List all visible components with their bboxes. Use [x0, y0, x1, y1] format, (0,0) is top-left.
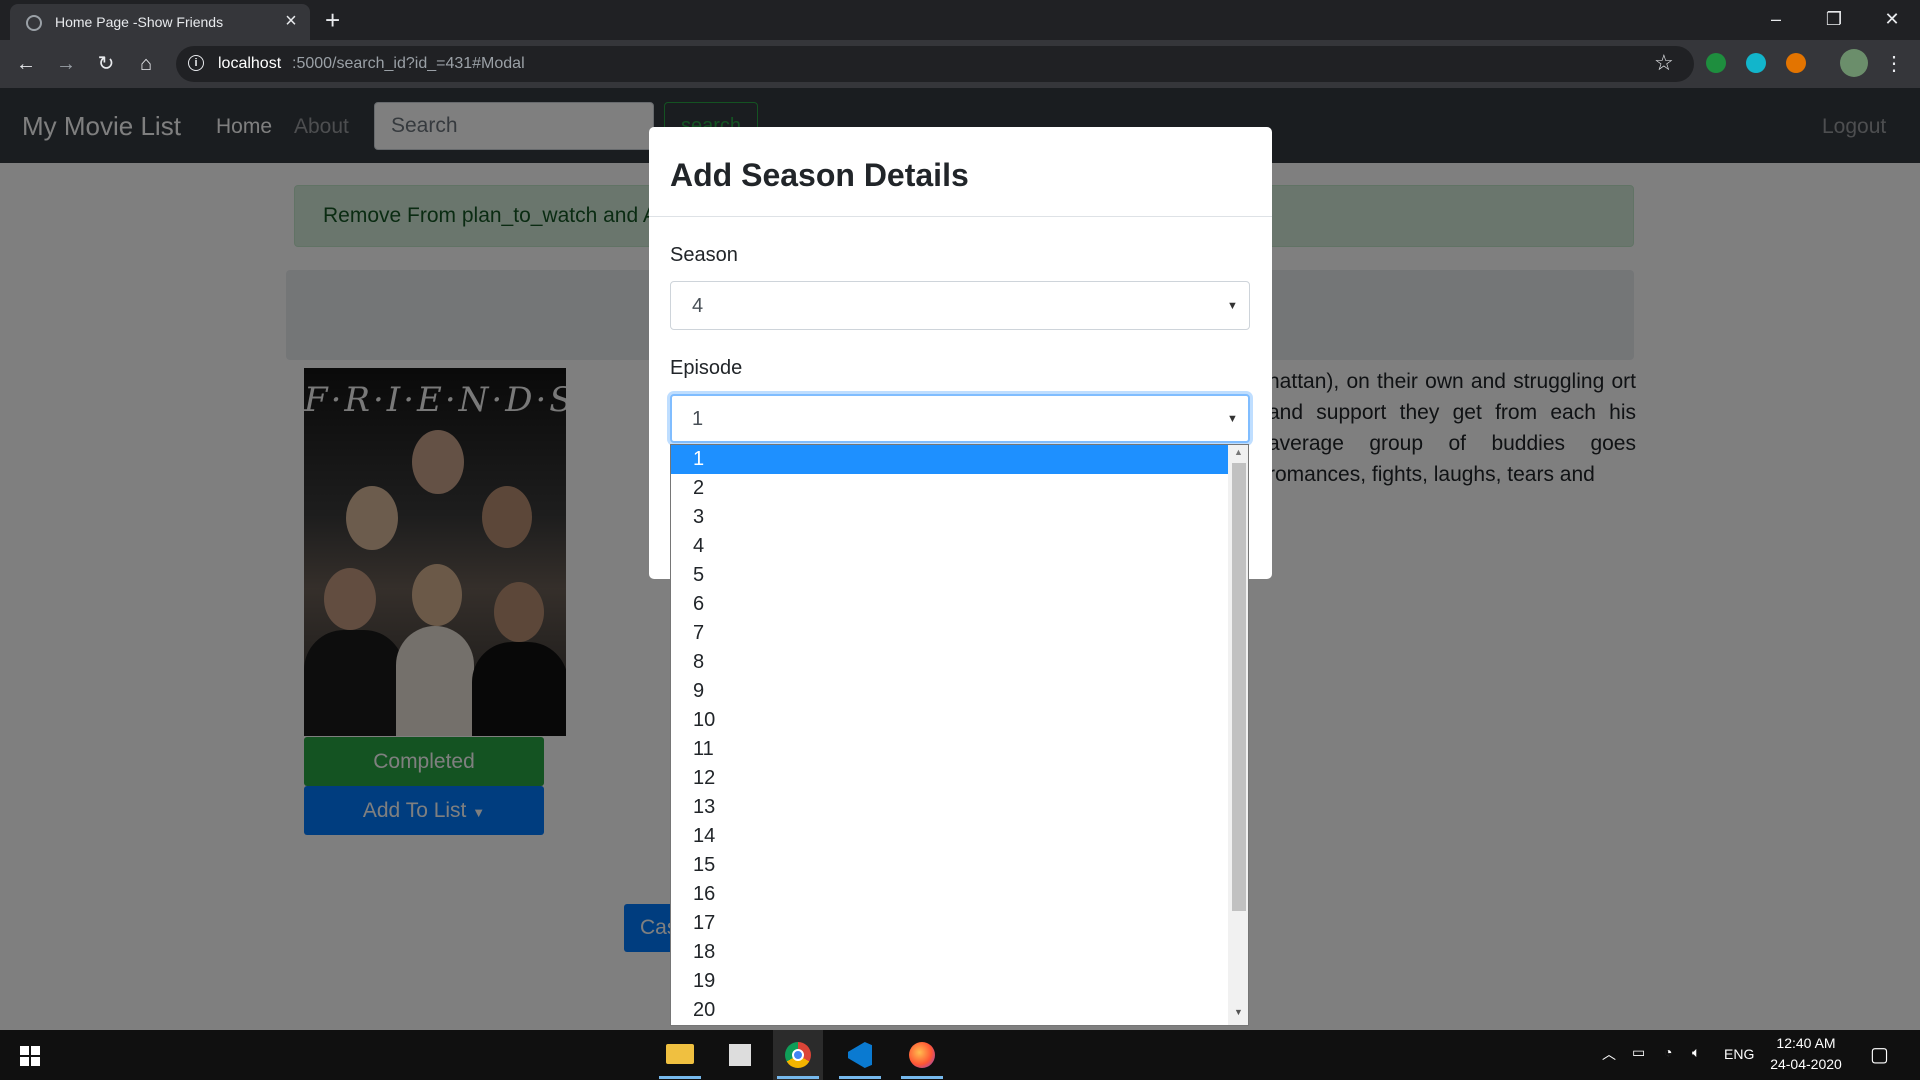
extension-teal-icon[interactable]: [1746, 53, 1766, 73]
episode-select[interactable]: 1 ▼: [670, 394, 1250, 443]
episode-option[interactable]: 15: [671, 851, 1228, 880]
episode-option[interactable]: 2: [671, 474, 1228, 503]
episode-option[interactable]: 16: [671, 880, 1228, 909]
new-tab-icon[interactable]: +: [325, 5, 340, 36]
episode-option[interactable]: 5: [671, 561, 1228, 590]
episode-value: 1: [692, 408, 704, 430]
episode-option[interactable]: 7: [671, 619, 1228, 648]
episode-option[interactable]: 19: [671, 967, 1228, 996]
close-window-icon[interactable]: ✕: [1864, 4, 1920, 34]
back-icon[interactable]: ←: [12, 50, 40, 78]
url-path: :5000/search_id?id_=431#Modal: [292, 55, 525, 72]
language-indicator[interactable]: ENG: [1724, 1046, 1754, 1062]
store-icon[interactable]: [715, 1030, 765, 1080]
windows-taskbar: ︿ ▭ ◔ 🔈︎ ENG 12:40 AM 24-04-2020 ▢: [0, 1030, 1920, 1080]
volume-icon[interactable]: 🔈︎: [1692, 1044, 1700, 1061]
episode-option[interactable]: 11: [671, 735, 1228, 764]
bookmark-star-icon[interactable]: ☆: [1654, 50, 1674, 76]
vscode-icon[interactable]: [835, 1030, 885, 1080]
select-caret-icon: ▼: [1227, 413, 1238, 425]
extension-orange-icon[interactable]: [1786, 53, 1806, 73]
globe-icon: [26, 15, 42, 31]
modal-divider: [649, 216, 1272, 217]
menu-dots-icon[interactable]: ⋮: [1880, 50, 1908, 78]
battery-icon[interactable]: ▭: [1632, 1044, 1645, 1061]
scroll-down-icon[interactable]: ▼: [1228, 1007, 1248, 1017]
season-value: 4: [692, 295, 704, 317]
address-bar[interactable]: i localhost :5000/search_id?id_=431#Moda…: [176, 46, 1694, 82]
episode-option[interactable]: 3: [671, 503, 1228, 532]
restore-icon[interactable]: ❐: [1806, 4, 1862, 34]
episode-option[interactable]: 10: [671, 706, 1228, 735]
browser-tab-strip: Home Page -Show Friends × + – ❐ ✕: [0, 0, 1920, 40]
url-host: localhost: [218, 55, 282, 72]
select-caret-icon: ▼: [1227, 300, 1238, 312]
episode-option[interactable]: 14: [671, 822, 1228, 851]
profile-avatar-icon[interactable]: [1840, 49, 1868, 77]
extension-green-icon[interactable]: [1706, 53, 1726, 73]
episode-option[interactable]: 9: [671, 677, 1228, 706]
episode-option[interactable]: 6: [671, 590, 1228, 619]
episode-label: Episode: [670, 357, 743, 379]
web-page: My Movie List Home About search Logout R…: [0, 88, 1920, 1030]
wifi-icon[interactable]: ◔: [1664, 1044, 1672, 1060]
dropdown-scrollbar[interactable]: ▲ ▼: [1228, 445, 1248, 1025]
browser-toolbar: ← → ↻ ⌂ i localhost :5000/search_id?id_=…: [0, 40, 1920, 88]
episode-option[interactable]: 18: [671, 938, 1228, 967]
file-explorer-icon[interactable]: [655, 1030, 705, 1080]
chevron-up-icon[interactable]: ︿: [1602, 1044, 1616, 1064]
episode-option[interactable]: 8: [671, 648, 1228, 677]
home-icon[interactable]: ⌂: [132, 50, 160, 78]
episode-option[interactable]: 1: [671, 445, 1228, 474]
clock-date[interactable]: 24-04-2020: [1766, 1056, 1846, 1072]
episode-option[interactable]: 17: [671, 909, 1228, 938]
modal-title: Add Season Details: [670, 157, 969, 193]
minimize-icon[interactable]: –: [1748, 4, 1804, 34]
season-label: Season: [670, 244, 738, 266]
chrome-icon[interactable]: [773, 1030, 823, 1080]
tab-title: Home Page -Show Friends: [55, 14, 224, 30]
episode-option[interactable]: 4: [671, 532, 1228, 561]
windows-start-icon[interactable]: [20, 1046, 40, 1066]
firefox-icon[interactable]: [897, 1030, 947, 1080]
episode-option[interactable]: 13: [671, 793, 1228, 822]
reload-icon[interactable]: ↻: [92, 50, 120, 78]
episode-option[interactable]: 20: [671, 996, 1228, 1025]
episode-option[interactable]: 12: [671, 764, 1228, 793]
notifications-icon[interactable]: ▢: [1870, 1042, 1889, 1067]
season-select[interactable]: 4 ▼: [670, 281, 1250, 330]
forward-icon[interactable]: →: [52, 50, 80, 78]
scroll-thumb[interactable]: [1232, 463, 1246, 911]
scroll-up-icon[interactable]: ▲: [1228, 447, 1248, 457]
info-icon[interactable]: i: [188, 55, 204, 71]
close-tab-icon[interactable]: ×: [280, 10, 302, 33]
episode-dropdown-list[interactable]: 1 2 3 4 5 6 7 8 9 10 11 12 13 14 15 16 17 18 19 20 ▲ ▼: [670, 444, 1249, 1026]
clock-time[interactable]: 12:40 AM: [1776, 1035, 1836, 1051]
browser-tab[interactable]: Home Page -Show Friends ×: [10, 4, 310, 40]
